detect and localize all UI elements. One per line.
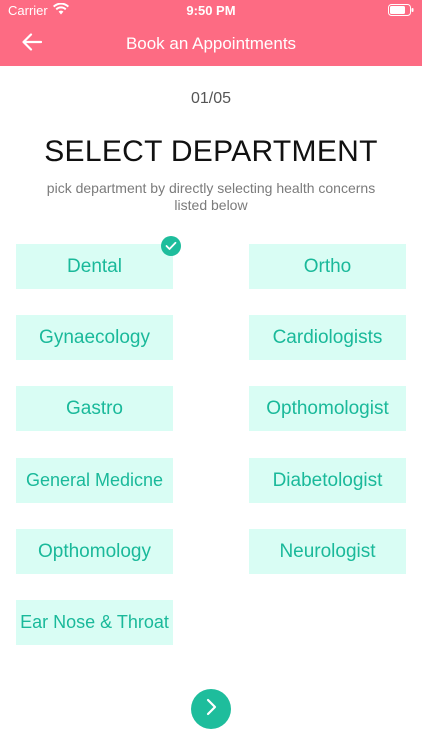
- battery-icon: [388, 4, 414, 19]
- next-button[interactable]: [191, 689, 231, 729]
- page-title: Book an Appointments: [125, 34, 297, 53]
- department-general-medicine[interactable]: General Medicne: [16, 458, 173, 503]
- department-neurologist[interactable]: Neurologist: [249, 529, 406, 574]
- department-opthomology[interactable]: Opthomology: [16, 529, 173, 574]
- department-ear-nose-throat[interactable]: Ear Nose & Throat: [16, 600, 173, 645]
- department-ortho[interactable]: Ortho: [249, 244, 406, 289]
- step-indicator: 01/05: [190, 90, 232, 107]
- instruction-text: pick department by directly selecting he…: [46, 180, 376, 213]
- nav-bar: Book an Appointments: [0, 22, 422, 66]
- department-cardiologists[interactable]: Cardiologists: [249, 315, 406, 360]
- app-header: Carrier 9:50 PM Book an Appointments: [0, 0, 422, 66]
- department-diabetologist[interactable]: Diabetologist: [249, 458, 406, 503]
- department-gynaecology[interactable]: Gynaecology: [16, 315, 173, 360]
- selected-check-icon: [161, 236, 181, 256]
- chevron-right-icon: [205, 698, 217, 721]
- department-gastro[interactable]: Gastro: [16, 386, 173, 431]
- status-bar: Carrier 9:50 PM: [0, 0, 422, 22]
- status-time: 9:50 PM: [186, 3, 236, 18]
- section-heading: SELECT DEPARTMENT: [44, 135, 378, 168]
- department-opthomologist[interactable]: Opthomologist: [249, 386, 406, 431]
- department-dental[interactable]: Dental: [16, 244, 173, 289]
